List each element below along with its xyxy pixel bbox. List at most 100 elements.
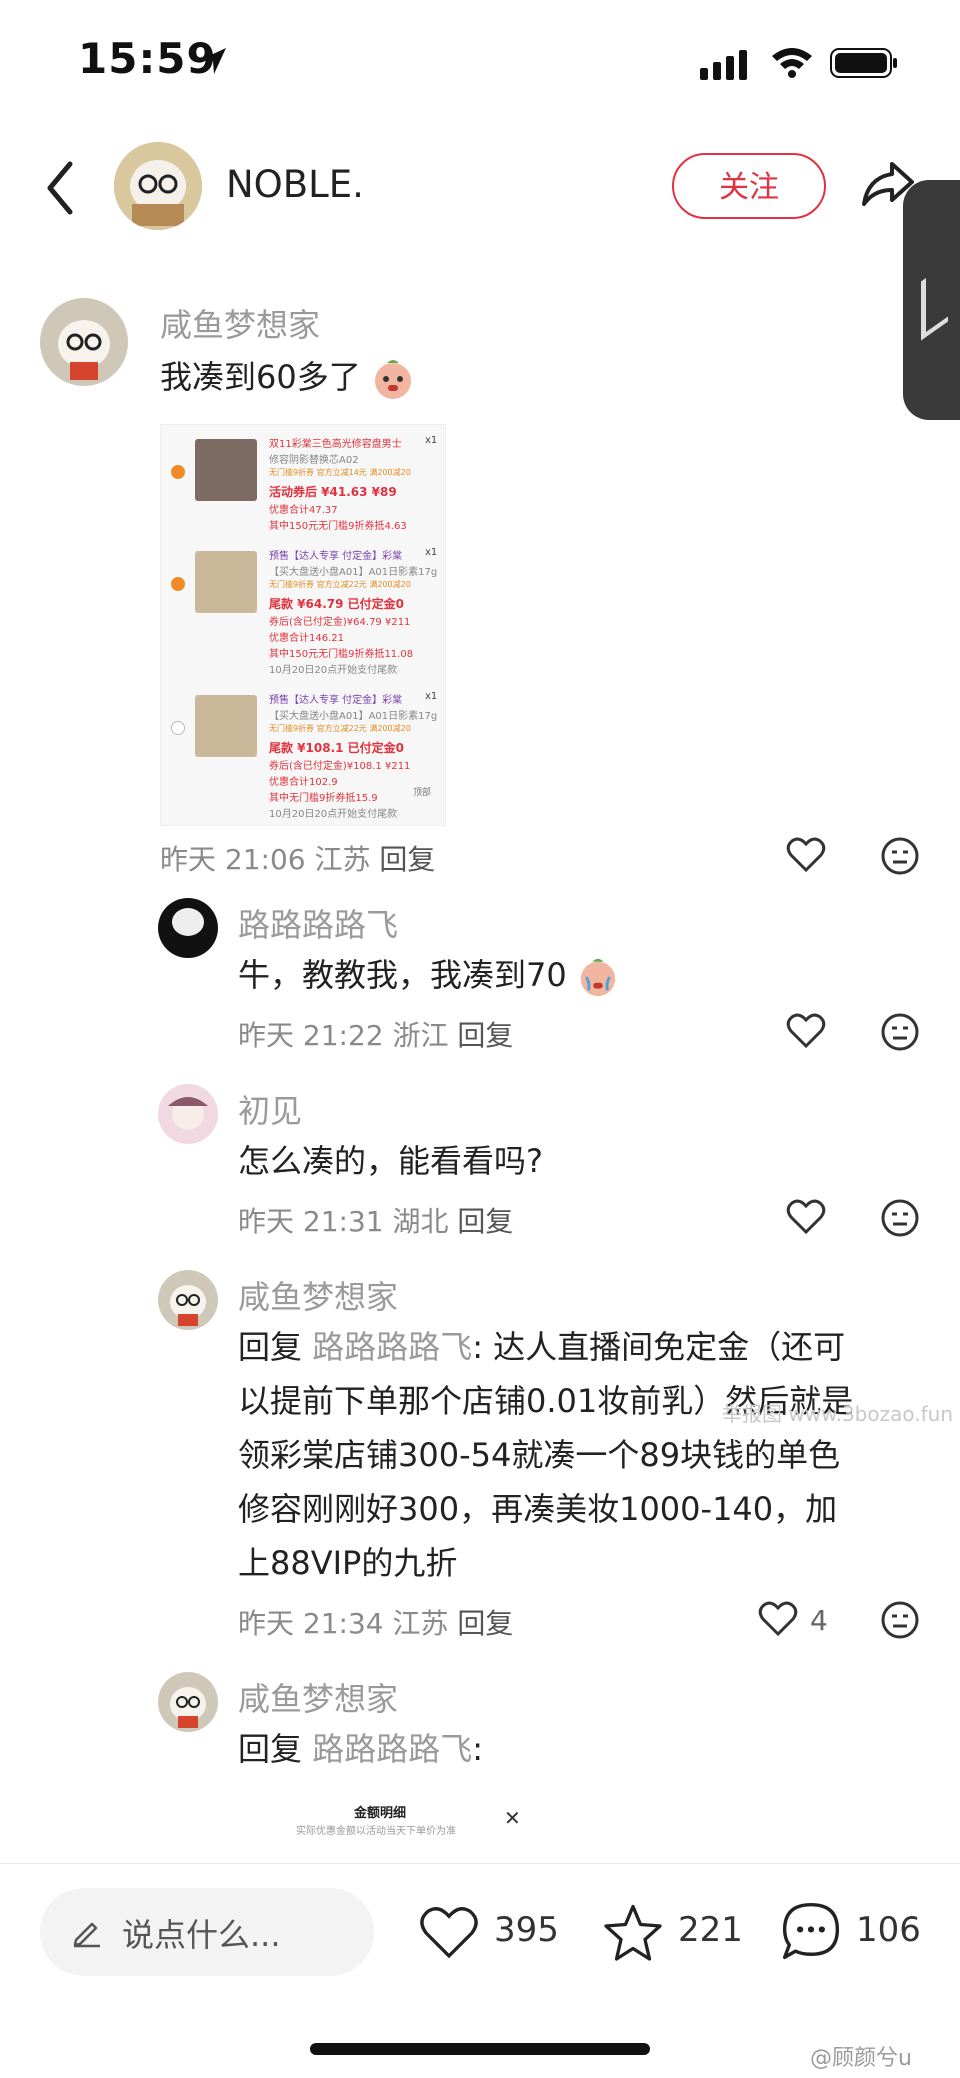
crying-emoji-icon: [374, 360, 411, 399]
reply-target-user[interactable]: 路路路路飞: [312, 1328, 472, 1366]
comment-time-location: 昨天 21:06 江苏: [160, 843, 371, 876]
close-icon[interactable]: ✕: [504, 1806, 521, 1830]
avatar[interactable]: [158, 898, 218, 958]
order-item: 预售【达人专享 付定金】彩棠 x1 【买大盘送小盘A01】A01日影素17g 无…: [161, 543, 445, 683]
comment-username[interactable]: 咸鱼梦想家: [238, 1272, 398, 1318]
comment-username[interactable]: 初见: [238, 1086, 302, 1132]
watermark-text: 举报图 www.3bozao.fun: [722, 1402, 953, 1426]
comment-time-location: 昨天 21:34 江苏: [238, 1607, 449, 1640]
product-thumbnail: [195, 551, 257, 613]
crying-emoji-icon: [580, 958, 616, 997]
item-qty: x1: [425, 435, 438, 446]
item-price: 尾款 ¥108.1 已付定金0: [269, 741, 405, 755]
comment-text: 回复 路路路路飞: 达人直播间免定金（还可 以提前下单那个店铺0.01妆前乳）然…: [238, 1320, 918, 1590]
watermark-text: @顾颜兮u: [810, 2046, 912, 2071]
comment-text-content: :: [472, 1730, 483, 1768]
reply-button[interactable]: 回复: [457, 1607, 513, 1640]
item-pay-note: 10月20日20点开始支付尾款: [269, 665, 398, 676]
dislike-face-icon[interactable]: [880, 1012, 920, 1052]
pencil-icon: [73, 1922, 100, 1948]
comment-text-line: 修容刚刚好300，再凑美妆1000-140，加: [238, 1490, 838, 1528]
checked-icon: [171, 465, 185, 479]
author-avatar[interactable]: [114, 142, 202, 230]
amount-detail-subtitle: 实际优惠金额以活动当天下单价为准: [296, 1826, 456, 1837]
item-title: 双11彩棠三色高光修容盘男士: [269, 439, 402, 450]
comment-text: 我凑到60多了: [160, 350, 415, 404]
like-heart-icon[interactable]: [786, 836, 826, 874]
avatar[interactable]: [158, 1672, 218, 1732]
avatar[interactable]: [158, 1270, 218, 1330]
dislike-face-icon[interactable]: [880, 1600, 920, 1640]
comment-bubble-icon[interactable]: [780, 1900, 842, 1962]
comment-text-line: 上88VIP的九折: [238, 1544, 458, 1582]
amount-detail-title: 金额明细: [354, 1806, 407, 1821]
battery-icon: [830, 48, 897, 78]
like-heart-icon[interactable]: [758, 1600, 798, 1638]
item-qty: x1: [425, 691, 438, 702]
item-spec: 【买大盘送小盘A01】A01日影素17g: [269, 567, 438, 578]
item-spec: 修容阴影替换芯A02: [269, 455, 359, 466]
item-after-coupon: 券后(含已付定金)¥108.1 ¥211: [269, 761, 411, 772]
item-title: 预售【达人专享 付定金】彩棠: [269, 551, 403, 562]
item-spec: 【买大盘送小盘A01】A01日影素17g: [269, 711, 438, 722]
item-price: 活动券后 ¥41.63 ¥89: [269, 485, 397, 499]
like-heart-icon[interactable]: [786, 1198, 826, 1236]
comment-attached-image[interactable]: 双11彩棠三色高光修容盘男士 x1 修容阴影替换芯A02 无门槛9折券 官方立减…: [160, 424, 446, 826]
item-title: 预售【达人专享 付定金】彩棠: [269, 695, 403, 706]
comment-count: 106: [856, 1910, 921, 1950]
home-indicator[interactable]: [310, 2043, 650, 2055]
item-discount-total: 优惠合计47.37: [269, 505, 338, 516]
comment-meta: 昨天 21:34 江苏 回复: [238, 1602, 513, 1642]
like-count: 4: [810, 1604, 828, 1637]
comment-username[interactable]: 咸鱼梦想家: [160, 300, 320, 346]
unchecked-icon: [171, 721, 185, 735]
comment-text-line: 领彩棠店铺300-54就凑一个89块钱的单色: [238, 1436, 841, 1474]
comment-text-content: 牛，教教我，我凑到70: [238, 956, 567, 994]
product-thumbnail: [195, 439, 257, 501]
like-count: 395: [494, 1910, 559, 1950]
item-tags: 无门槛9折券 官方立减14元 满200减20: [269, 468, 411, 477]
item-pay-note: 10月20日20点开始支付尾款: [269, 809, 398, 820]
item-tags: 无门槛9折券 官方立减22元 满200减20: [269, 724, 411, 733]
avatar[interactable]: [158, 1084, 218, 1144]
star-count: 221: [678, 1910, 743, 1950]
item-price: 尾款 ¥64.79 已付定金0: [269, 597, 405, 611]
dislike-face-icon[interactable]: [880, 1198, 920, 1238]
item-tags: 无门槛9折券 官方立减22元 满200减20: [269, 580, 411, 589]
comment-username[interactable]: 咸鱼梦想家: [238, 1674, 398, 1720]
comment-text: 牛，教教我，我凑到70: [238, 948, 619, 1002]
back-to-top-label: 顶部: [413, 788, 432, 798]
star-icon[interactable]: [602, 1902, 664, 1962]
product-thumbnail: [195, 695, 257, 757]
location-arrow-icon: [200, 48, 226, 74]
side-panel-handle[interactable]: [903, 180, 960, 420]
dislike-face-icon[interactable]: [880, 836, 920, 876]
item-coupon-note: 其中无门槛9折券抵15.9: [269, 793, 378, 804]
follow-button[interactable]: 关注: [672, 153, 826, 219]
comment-username[interactable]: 路路路路飞: [238, 900, 398, 946]
item-coupon-note: 其中150元无门槛9折券抵4.63: [269, 521, 407, 532]
comment-input-placeholder[interactable]: 说点什么...: [122, 1910, 281, 1956]
reply-prefix: 回复: [238, 1328, 303, 1366]
wifi-icon: [772, 48, 812, 78]
back-icon[interactable]: [42, 160, 78, 216]
comment-time-location: 昨天 21:31 湖北: [238, 1205, 449, 1238]
comment-meta: 昨天 21:31 湖北 回复: [238, 1200, 513, 1240]
reply-button[interactable]: 回复: [457, 1019, 513, 1052]
item-coupon-note: 其中150元无门槛9折券抵11.08: [269, 649, 414, 660]
comment-text-content: 我凑到60多了: [160, 358, 361, 396]
like-heart-icon[interactable]: [418, 1904, 480, 1962]
comment-text: 怎么凑的，能看看吗?: [238, 1142, 543, 1180]
item-qty: x1: [425, 547, 438, 558]
reply-button[interactable]: 回复: [379, 843, 435, 876]
comment-text: 回复 路路路路飞:: [238, 1722, 483, 1776]
reply-target-user[interactable]: 路路路路飞: [312, 1730, 472, 1768]
like-heart-icon[interactable]: [786, 1012, 826, 1050]
comment-text-content: : 达人直播间免定金（还可: [472, 1328, 846, 1366]
reply-button[interactable]: 回复: [457, 1205, 513, 1238]
author-name[interactable]: NOBLE.: [226, 163, 364, 206]
item-discount-total: 优惠合计102.9: [269, 777, 338, 788]
avatar[interactable]: [40, 298, 128, 386]
divider: [0, 1863, 960, 1864]
comment-meta: 昨天 21:06 江苏 回复: [160, 838, 435, 878]
